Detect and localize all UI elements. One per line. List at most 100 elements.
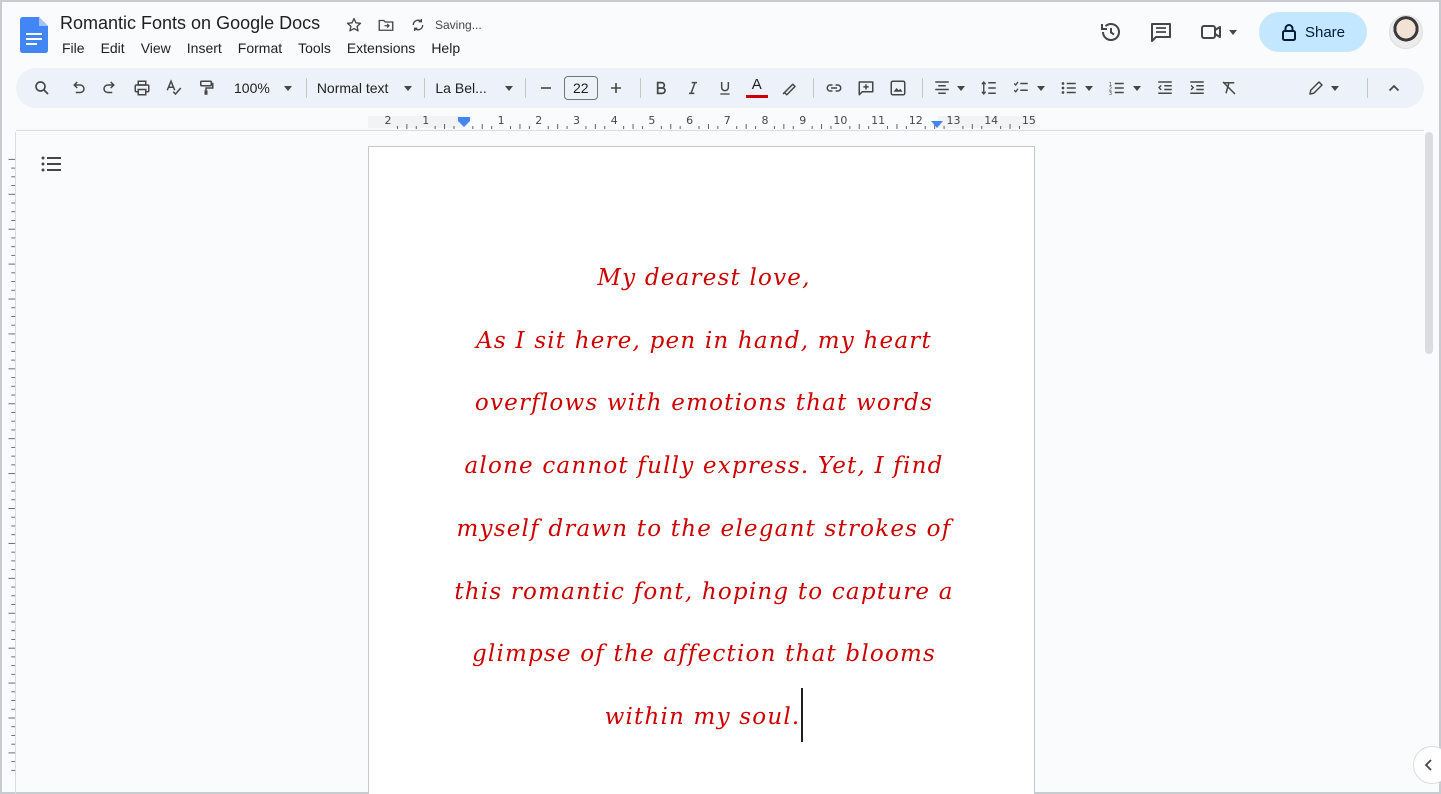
insert-link-icon[interactable] [820, 74, 848, 102]
search-menus-icon[interactable] [28, 74, 56, 102]
italic-button[interactable] [679, 74, 707, 102]
document-page[interactable]: My dearest love, As I sit here, pen in h… [368, 146, 1035, 794]
add-comment-icon[interactable] [852, 74, 880, 102]
paint-format-icon[interactable] [192, 74, 220, 102]
editing-mode-select[interactable] [1303, 79, 1343, 97]
share-label: Share [1304, 23, 1346, 41]
ruler-tick-label: 1 [498, 114, 505, 127]
horizontal-ruler[interactable]: 2 1 1 2 3 4 5 6 7 8 9 10 11 12 13 14 15 [368, 112, 1036, 130]
chevron-down-icon [1229, 29, 1237, 35]
undo-icon[interactable] [64, 74, 92, 102]
body-line[interactable]: myself drawn to the elegant strokes of [439, 498, 969, 561]
decrease-indent-icon[interactable] [1151, 74, 1179, 102]
app-header: Romantic Fonts on Google Docs Saving... … [2, 2, 1439, 66]
body-line-text: within my soul. [604, 703, 801, 730]
redo-icon[interactable] [96, 74, 124, 102]
paragraph-style-select[interactable]: Normal text [313, 80, 417, 96]
checklist-select[interactable] [1007, 79, 1049, 97]
increase-indent-icon[interactable] [1183, 74, 1211, 102]
body-line[interactable]: this romantic font, hoping to capture a [439, 561, 969, 624]
comments-icon[interactable] [1141, 12, 1181, 52]
body-line[interactable]: overflows with emotions that words [439, 372, 969, 435]
body-line-last[interactable]: within my soul. [439, 686, 969, 749]
align-center-icon [935, 81, 949, 94]
align-select[interactable] [929, 79, 969, 97]
text-color-button[interactable]: A [743, 74, 771, 102]
letter-body[interactable]: My dearest love, As I sit here, pen in h… [439, 247, 969, 749]
ruler-tick-label: 5 [648, 114, 655, 127]
ruler-tick-label: 3 [573, 114, 580, 127]
menu-bar: File Edit View Insert Format Tools Exten… [62, 40, 476, 56]
version-history-icon[interactable] [1091, 12, 1131, 52]
avatar[interactable] [1389, 15, 1423, 49]
chevron-left-icon [1424, 759, 1432, 771]
ruler-tick-label: 11 [871, 114, 885, 127]
ruler-tick-label: 12 [909, 114, 923, 127]
move-folder-icon[interactable] [375, 14, 397, 36]
document-outline-icon[interactable] [40, 154, 62, 179]
divider [524, 78, 526, 98]
underline-button[interactable] [711, 74, 739, 102]
text-cursor [801, 687, 804, 742]
menu-format[interactable]: Format [238, 40, 290, 56]
decrease-font-size-button[interactable] [532, 74, 560, 102]
divider [921, 78, 923, 98]
body-line[interactable]: My dearest love, [439, 247, 969, 310]
bulleted-list-icon [1061, 82, 1076, 94]
svg-text:3: 3 [1109, 91, 1112, 97]
share-button[interactable]: Share [1259, 12, 1367, 52]
clear-formatting-icon[interactable] [1215, 74, 1243, 102]
meet-icon[interactable] [1191, 12, 1245, 52]
body-line[interactable]: glimpse of the affection that blooms [439, 623, 969, 686]
star-icon[interactable] [343, 14, 365, 36]
bulleted-list-select[interactable] [1055, 79, 1097, 97]
body-line[interactable]: alone cannot fully express. Yet, I find [439, 435, 969, 498]
checklist-icon [1013, 81, 1028, 93]
increase-font-size-button[interactable] [602, 74, 630, 102]
highlight-color-icon[interactable] [775, 74, 803, 102]
ruler-tick-label: 1 [422, 114, 429, 127]
paragraph-style-value: Normal text [316, 80, 389, 96]
ruler-tick-label: 10 [833, 114, 847, 127]
menu-help[interactable]: Help [431, 40, 468, 56]
menu-tools[interactable]: Tools [298, 40, 339, 56]
ruler-tick-label: 8 [762, 114, 769, 127]
chevron-down-icon [956, 85, 965, 91]
menu-view[interactable]: View [141, 40, 179, 56]
ruler-tick-label: 4 [611, 114, 618, 127]
menu-edit[interactable]: Edit [101, 40, 133, 56]
zoom-select[interactable]: 100% [230, 80, 296, 96]
ruler-divider [16, 130, 1424, 131]
numbered-list-icon: 123 [1109, 82, 1124, 97]
ruler-tick-label: 9 [799, 114, 806, 127]
divider [812, 78, 814, 98]
side-panel-toggle[interactable] [1413, 746, 1441, 784]
line-spacing-icon[interactable] [975, 74, 1003, 102]
chevron-down-icon [1132, 85, 1141, 91]
numbered-list-select[interactable]: 123 [1103, 79, 1145, 97]
vertical-ruler[interactable] [2, 132, 16, 794]
docs-logo-icon[interactable] [20, 17, 48, 53]
vertical-scrollbar[interactable] [1425, 132, 1433, 354]
ruler-tick-label: 15 [1022, 114, 1036, 127]
body-line[interactable]: As I sit here, pen in hand, my heart [439, 310, 969, 373]
sync-icon [407, 14, 429, 36]
ruler-tick-label: 13 [947, 114, 961, 127]
menu-file[interactable]: File [62, 40, 93, 56]
ruler-tick-label: 7 [724, 114, 731, 127]
spellcheck-icon[interactable] [160, 74, 188, 102]
chevron-down-icon [1084, 85, 1093, 91]
print-icon[interactable] [128, 74, 156, 102]
font-family-select[interactable]: La Bel... [431, 80, 516, 96]
font-size-input[interactable]: 22 [563, 76, 598, 100]
menu-insert[interactable]: Insert [187, 40, 230, 56]
ruler-tick-label: 14 [984, 114, 998, 127]
divider [639, 78, 641, 98]
hide-menus-icon[interactable] [1380, 74, 1408, 102]
toolbar: 100% Normal text La Bel... 22 A 1 2 3 [16, 68, 1424, 108]
lock-icon [1281, 24, 1296, 41]
bold-button[interactable] [647, 74, 675, 102]
menu-extensions[interactable]: Extensions [347, 40, 423, 56]
insert-image-icon[interactable] [884, 74, 912, 102]
document-title[interactable]: Romantic Fonts on Google Docs [60, 13, 320, 34]
